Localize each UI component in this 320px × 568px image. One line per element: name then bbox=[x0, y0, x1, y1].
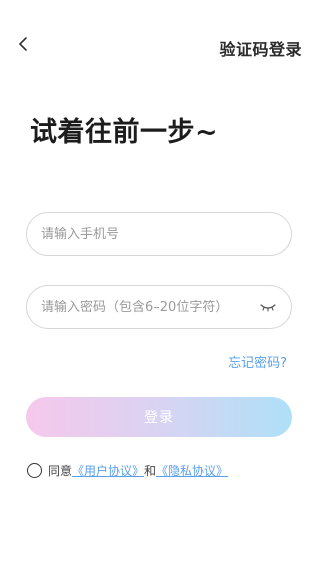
agreement-radio[interactable] bbox=[27, 463, 42, 478]
page-title: 试着往前一步~ bbox=[30, 117, 219, 148]
forgot-password-link[interactable]: 忘记密码? bbox=[228, 352, 287, 371]
chevron-left-icon bbox=[18, 36, 28, 55]
back-button[interactable] bbox=[12, 34, 34, 56]
agreement-and: 和 bbox=[144, 464, 157, 478]
user-agreement-link[interactable]: 《用户协议》 bbox=[72, 462, 144, 479]
login-button[interactable]: 登录 bbox=[26, 397, 292, 437]
verify-code-login-link[interactable]: 验证码登录 bbox=[219, 36, 302, 60]
phone-input[interactable] bbox=[41, 226, 277, 242]
agreement-prefix: 同意 bbox=[48, 464, 73, 478]
privacy-agreement-link[interactable]: 《隐私协议》 bbox=[156, 462, 228, 479]
password-field-wrapper bbox=[26, 285, 292, 329]
password-input[interactable] bbox=[41, 299, 253, 315]
phone-field-wrapper bbox=[26, 212, 292, 256]
eye-closed-icon[interactable] bbox=[259, 298, 277, 316]
agreement-row: 同意 《用户协议》 和 《隐私协议》 bbox=[27, 462, 228, 479]
